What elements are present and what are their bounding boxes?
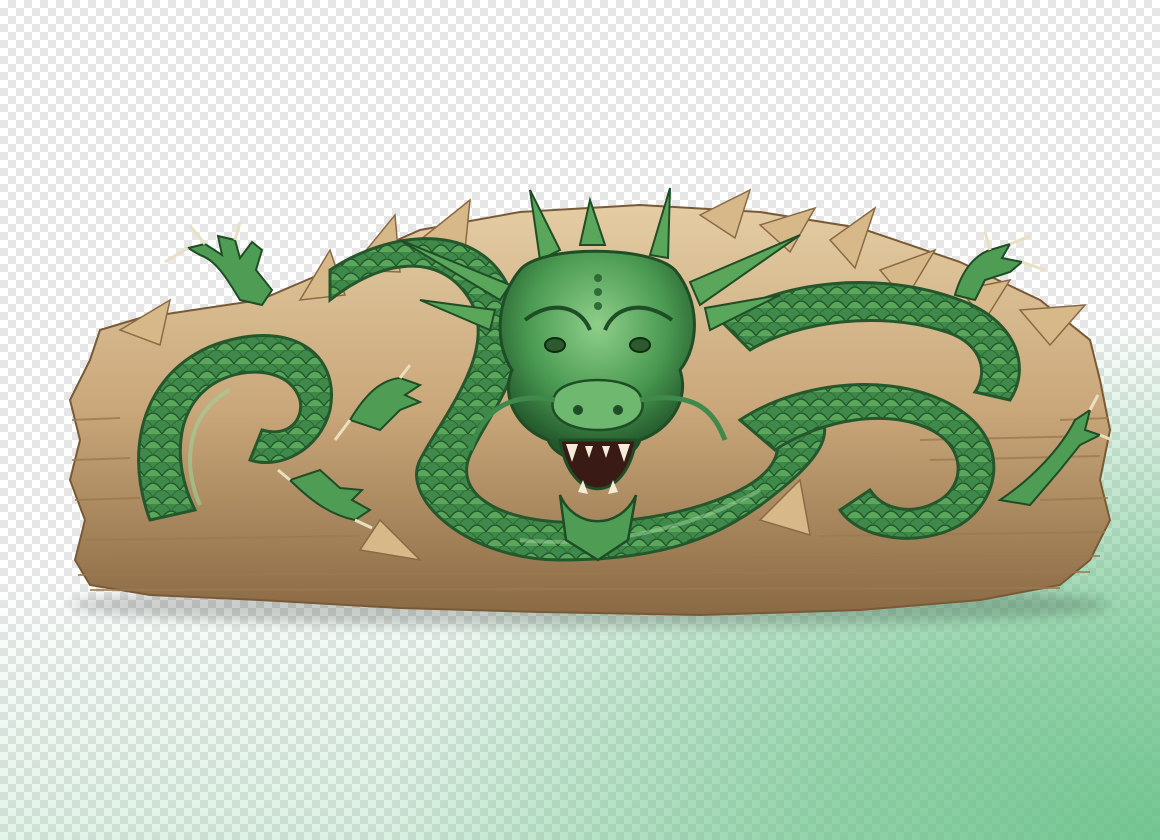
dragon-carving-illustration [68, 187, 1113, 627]
